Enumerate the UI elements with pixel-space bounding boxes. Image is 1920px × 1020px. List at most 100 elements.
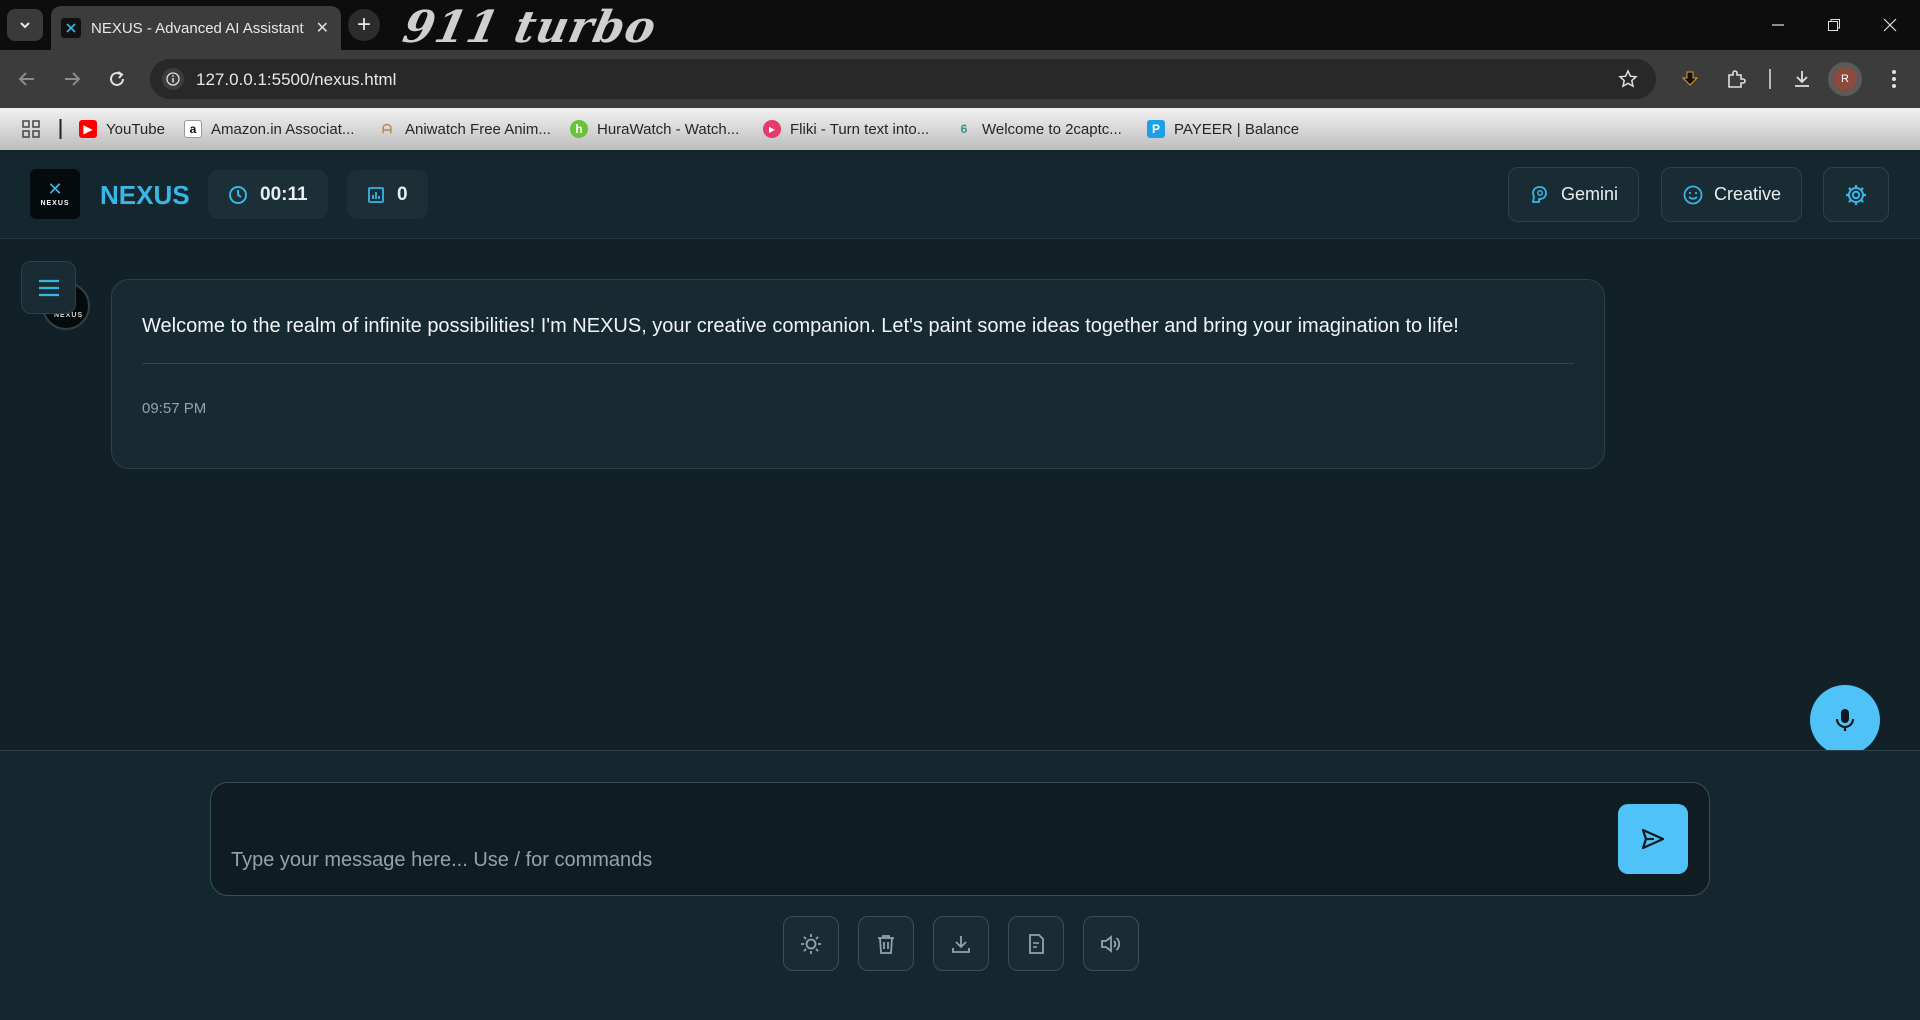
message-input-box (210, 782, 1710, 896)
composer-area (0, 750, 1920, 1020)
new-tab-button[interactable]: + (348, 9, 380, 41)
sidebar-menu-button[interactable] (21, 261, 76, 314)
amazon-icon: a (184, 120, 202, 138)
text-to-speech-button[interactable] (1083, 916, 1139, 971)
mode-button-label: Creative (1714, 184, 1782, 204)
app-name: NEXUS (100, 180, 190, 210)
clear-chat-button[interactable] (858, 916, 914, 971)
toolbar-separator (1756, 65, 1784, 93)
bookmark-label: PAYEER | Balance (1174, 120, 1300, 138)
microphone-icon (1835, 709, 1855, 731)
bookmark-label: Aniwatch Free Anim... (405, 120, 551, 138)
restore-icon (1828, 19, 1840, 31)
session-timer: 00:11 (208, 170, 328, 219)
stats-icon (368, 186, 384, 203)
minimize-icon (1772, 24, 1784, 26)
bookmark-2captcha[interactable]: 6 Welcome to 2captc... (955, 119, 1122, 139)
bookmark-label: Fliki - Turn text into... (790, 120, 930, 138)
hurawatch-icon: h (570, 120, 588, 138)
message-timestamp: 09:57 PM (142, 400, 207, 417)
bookmark-label: YouTube (106, 120, 165, 138)
message-input[interactable] (231, 843, 1561, 877)
clock-icon (229, 185, 247, 204)
restore-button[interactable] (1806, 0, 1862, 50)
bookmark-youtube[interactable]: ▶ YouTube (79, 119, 165, 139)
address-bar[interactable]: 127.0.0.1:5500/nexus.html (150, 59, 1656, 99)
profile-avatar[interactable]: R (1828, 62, 1862, 96)
browser-tab-active[interactable]: NEXUS - Advanced AI Assistant ✕ (51, 6, 341, 50)
bookmark-payeer[interactable]: P PAYEER | Balance (1147, 119, 1299, 139)
close-window-button[interactable] (1862, 0, 1918, 50)
save-chat-button[interactable] (1008, 916, 1064, 971)
logo-text: NEXUS (40, 200, 70, 207)
chevron-down-icon (20, 22, 30, 29)
browser-titlebar: NEXUS - Advanced AI Assistant ✕ + 911 tu… (0, 0, 1920, 53)
bookmark-hurawatch[interactable]: h HuraWatch - Watch... (570, 119, 739, 139)
gear-icon (1846, 184, 1866, 205)
theme-toggle-button[interactable] (783, 916, 839, 971)
bookmark-aniwatch[interactable]: ᗩ Aniwatch Free Anim... (378, 119, 551, 139)
profile-initial: R (1833, 67, 1857, 91)
bookmark-label: Amazon.in Associat... (211, 120, 355, 138)
voice-input-button[interactable] (1810, 685, 1880, 755)
model-button[interactable]: Gemini (1508, 167, 1640, 222)
hamburger-icon (38, 279, 59, 296)
speaker-icon (1101, 934, 1121, 953)
bookmarks-bar: ▶ YouTube a Amazon.in Associat... ᗩ Aniw… (0, 108, 1920, 150)
timer-value: 00:11 (260, 183, 308, 205)
export-chat-button[interactable] (933, 916, 989, 971)
smile-icon (1683, 185, 1703, 204)
reload-button[interactable] (101, 63, 133, 95)
model-button-label: Gemini (1561, 184, 1619, 204)
browser-toolbar: 127.0.0.1:5500/nexus.html R (0, 50, 1920, 108)
minimize-button[interactable] (1750, 0, 1806, 50)
bookmark-fliki[interactable]: ▸ Fliki - Turn text into... (763, 119, 929, 139)
downloads-icon[interactable] (1788, 65, 1816, 93)
youtube-icon: ▶ (79, 120, 97, 138)
forward-button[interactable] (56, 63, 88, 95)
theme-brand-text: 911 turbo (398, 2, 662, 53)
back-button[interactable] (11, 63, 43, 95)
settings-button[interactable] (1823, 167, 1889, 222)
sun-icon (801, 933, 821, 954)
bookmark-amazon[interactable]: a Amazon.in Associat... (184, 119, 354, 139)
bookmark-label: Welcome to 2captc... (982, 120, 1122, 138)
nexus-logo[interactable]: ✕ NEXUS (30, 169, 80, 219)
trash-icon (878, 934, 894, 954)
reload-icon (110, 71, 124, 86)
download-extension-icon[interactable] (1676, 65, 1704, 93)
count-value: 0 (397, 183, 408, 205)
mode-button[interactable]: Creative (1661, 167, 1803, 222)
arrow-left-icon (18, 72, 34, 86)
tab-title: NEXUS - Advanced AI Assistant (91, 19, 304, 37)
url-text[interactable]: 127.0.0.1:5500/nexus.html (196, 70, 396, 90)
extensions-icon[interactable] (1722, 65, 1750, 93)
aniwatch-icon: ᗩ (382, 121, 392, 136)
send-button[interactable] (1618, 804, 1688, 874)
apps-grid-icon[interactable] (22, 119, 40, 139)
message-text: Welcome to the realm of infinite possibi… (142, 315, 1459, 337)
message-count: 0 (347, 170, 428, 219)
message-divider (142, 363, 1574, 364)
app-header: ✕ NEXUS NEXUS 00:11 0 Gemini Creative (0, 150, 1920, 239)
brain-icon (1531, 185, 1547, 203)
download-icon (952, 935, 970, 953)
tab-search-button[interactable] (7, 9, 43, 41)
site-info-icon[interactable] (162, 68, 184, 90)
nexus-favicon-icon (61, 18, 81, 38)
payeer-icon: P (1147, 120, 1165, 138)
file-icon (1029, 933, 1044, 954)
bookmarks-separator (59, 119, 62, 139)
fliki-icon: ▸ (763, 120, 781, 138)
chat-area: NEXUS Welcome to the realm of infinite p… (0, 240, 1920, 750)
tab-close-icon[interactable]: ✕ (316, 18, 329, 38)
arrow-right-icon (65, 72, 81, 86)
bookmark-star-icon[interactable] (1618, 69, 1638, 89)
assistant-message: Welcome to the realm of infinite possibi… (111, 279, 1605, 469)
send-icon (1641, 828, 1665, 850)
logo-x-icon: ✕ (47, 179, 63, 199)
close-icon (1883, 18, 1897, 32)
bookmark-label: HuraWatch - Watch... (597, 120, 740, 138)
2captcha-icon: 6 (960, 122, 968, 136)
browser-menu-icon[interactable] (1880, 65, 1908, 93)
